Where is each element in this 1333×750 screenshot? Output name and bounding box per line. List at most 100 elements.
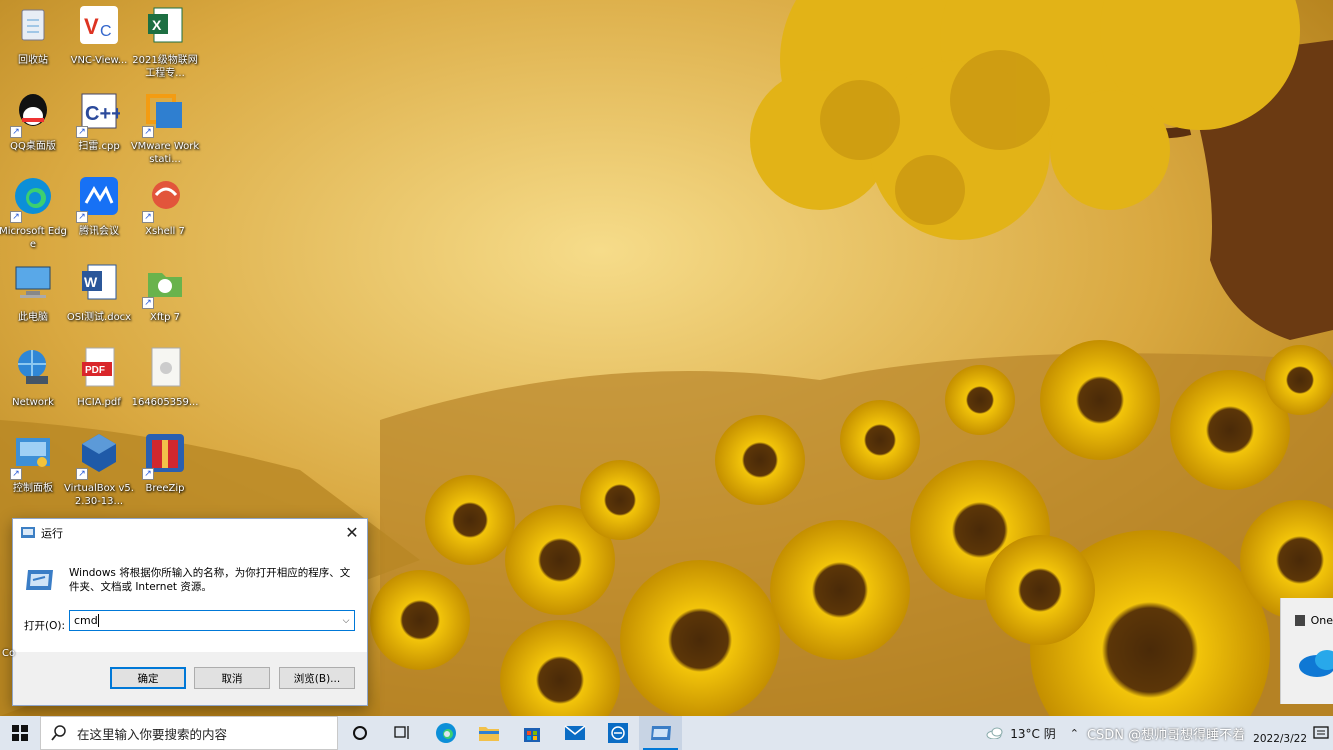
desktop-icon-control-panel[interactable]: ↗ 控制面板 [0,432,66,495]
mail-icon [564,725,585,740]
this-pc-icon [15,266,51,298]
desktop-icon-label: 164605359... [131,397,199,408]
desktop-icon-label: 控制面板 [13,482,53,494]
shortcut-arrow-icon: ↗ [142,467,154,480]
app-minus-icon [607,723,628,743]
desktop-icon-label: VNC-View... [70,55,128,66]
notification-title: One [1310,614,1333,627]
windows-logo-icon [12,725,28,741]
desktop-icon-tencent-meeting[interactable]: ↗ 腾讯会议 [66,175,132,238]
network-icon [18,350,48,384]
chevron-down-icon[interactable]: ⌵ [338,616,354,626]
desktop-icon-vnc-viewer[interactable]: V C VNC-View... [66,4,132,67]
ok-button[interactable]: 确定 [110,667,186,689]
run-app-icon [21,527,35,538]
date-text: 2022/3/22 [1253,732,1307,745]
desktop-icon-label: HCIA.pdf [77,397,121,408]
svg-text:X: X [152,17,162,33]
open-input-value[interactable]: cmd [70,614,338,627]
svg-text:V: V [84,14,99,39]
shortcut-arrow-icon: ↗ [142,211,154,223]
desktop-icon-cpp-file[interactable]: C++ ↗ 扫雷.cpp [66,90,132,153]
taskbar: 在这里输入你要搜索的内容 13°C 阴 ⌃ CSDN @想帅哥想得睡不着 202… [0,716,1333,750]
notification-center-icon[interactable] [1313,725,1329,741]
desktop-icon-qq[interactable]: ↗ QQ桌面版 [0,90,66,153]
desktop-icon-network[interactable]: Network [0,346,66,409]
desktop-icon-word-file[interactable]: W OSI测试.docx [66,261,132,324]
notification-app-icon [1295,615,1305,626]
task-view-icon [393,726,409,739]
taskbar-edge[interactable] [424,716,467,750]
open-input[interactable]: cmd ⌵ [69,610,355,631]
onedrive-cloud-icon [1299,650,1333,677]
word-file-icon: W [82,264,117,299]
desktop-icon-label: QQ桌面版 [10,140,56,152]
cortana-button[interactable] [338,716,381,750]
desktop-icon-label: OSI测试.docx [66,311,132,323]
cancel-button[interactable]: 取消 [194,667,270,689]
desktop-icon-label: 扫雷.cpp [78,140,120,152]
run-icon [26,570,53,590]
desktop-icon-virtualbox[interactable]: ↗ VirtualBox v5.2.30-13... [64,432,134,508]
cortana-circle-icon [352,726,367,740]
open-label: 打开(O): [24,620,65,632]
weather-text: 13°C 阴 [1010,726,1056,741]
desktop-icon-edge[interactable]: ↗ Microsoft Edge [0,175,67,251]
desktop: 回收站 V C VNC-View... X 2021级物联网工程专... ↗ QQ桌面版 C++… [0,0,1333,716]
desktop-icon-label: 腾讯会议 [79,226,119,237]
desktop-icon-excel-file[interactable]: X 2021级物联网工程专... [132,4,198,80]
desktop-icon-recycle-bin[interactable]: 回收站 [0,4,66,67]
taskbar-file-explorer[interactable] [467,716,510,750]
pdf-file-icon: PDF [82,347,115,387]
edge-icon [435,723,456,743]
weather-widget[interactable]: 13°C 阴 [986,725,1056,742]
desktop-icon-label: Xshell 7 [145,226,185,237]
desktop-icon-xftp[interactable]: ↗ Xftp 7 [132,261,198,324]
recycle-bin-icon [21,9,45,41]
desktop-icon-this-pc[interactable]: 此电脑 [0,261,66,324]
taskbar-app-blue[interactable] [596,716,639,750]
excel-file-icon: X [148,7,183,43]
desktop-icon-vmware[interactable]: ↗ VMware Workstati... [130,90,200,166]
taskbar-mail[interactable] [553,716,596,750]
shortcut-arrow-icon: ↗ [76,211,88,223]
notification-toast[interactable]: One [1280,598,1333,704]
taskbar-store[interactable] [510,716,553,750]
svg-text:W: W [84,274,98,290]
clock[interactable]: 2022/3/22 [1253,721,1307,746]
desktop-icon-label: Network [12,397,54,408]
desktop-icon-label: Microsoft Edge [0,226,67,250]
desktop-icon-label: BreeZip [145,482,185,494]
folder-icon [478,727,499,741]
cloud-icon [986,727,1003,739]
desktop-icon-image-file[interactable]: 164605359... [132,346,198,409]
task-view-button[interactable] [381,716,424,750]
desktop-icon-label: Xftp 7 [149,311,180,323]
shortcut-arrow-icon: ↗ [10,467,22,480]
desktop-icon-breezip[interactable]: ↗ BreeZip [132,432,198,495]
svg-text:C: C [100,23,112,40]
system-tray: 13°C 阴 ⌃ CSDN @想帅哥想得睡不着 2022/3/22 [986,716,1333,750]
run-dialog: 运行 ✕ Windows 将根据你所输入的名称，为你打开相应的程序、文件夹、文档… [12,518,368,706]
shortcut-arrow-icon: ↗ [142,296,154,309]
start-button[interactable] [0,716,40,750]
chevron-up-icon[interactable]: ⌃ [1070,727,1079,740]
shortcut-arrow-icon: ↗ [76,467,88,480]
watermark-text: CSDN @想帅哥想得睡不着 [1086,727,1246,743]
partial-icon-label: Co [2,648,16,659]
image-file-icon [151,347,181,387]
desktop-icon-xshell[interactable]: ↗ Xshell 7 [132,175,198,238]
desktop-icon-pdf-file[interactable]: PDF HCIA.pdf [66,346,132,409]
run-titlebar[interactable]: 运行 ✕ [13,519,367,546]
shortcut-arrow-icon: ↗ [142,125,154,138]
desktop-icon-label: VMware Workstati... [130,140,200,165]
taskbar-run[interactable] [639,716,682,750]
svg-text:PDF: PDF [85,365,105,376]
desktop-icon-label: 回收站 [18,55,48,66]
svg-text:C++: C++ [85,103,120,125]
taskbar-search-box[interactable]: 在这里输入你要搜索的内容 [40,716,338,750]
browse-button[interactable]: 浏览(B)... [279,667,355,689]
store-bag-icon [523,728,540,742]
shortcut-arrow-icon: ↗ [10,211,22,223]
close-icon[interactable]: ✕ [337,519,367,546]
